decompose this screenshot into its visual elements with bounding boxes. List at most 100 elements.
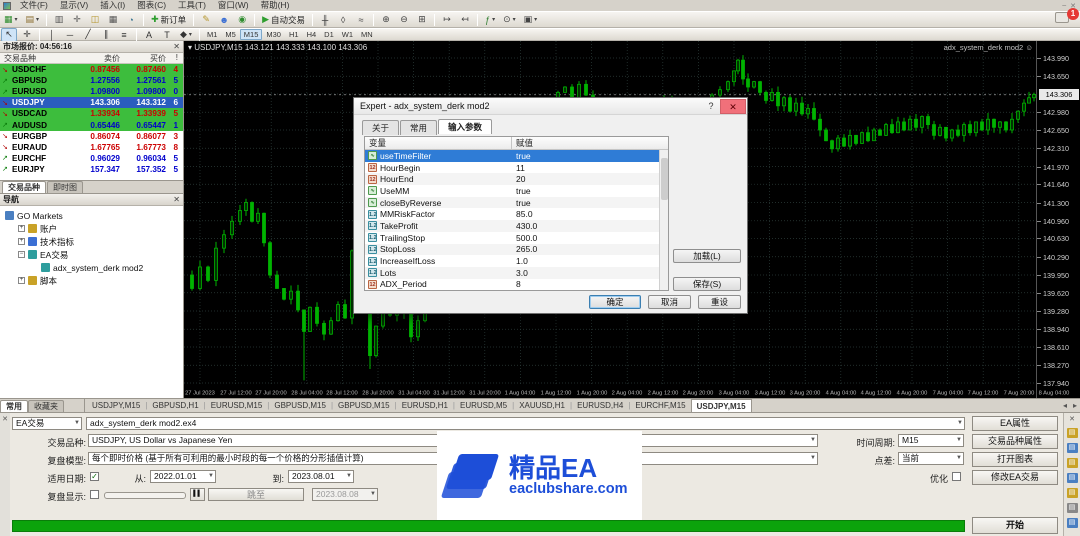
timeframe-h1[interactable]: H1 (285, 29, 303, 40)
strategy-tester-toggle[interactable]: ◔ (123, 13, 139, 27)
chart-tab[interactable]: EURCHF,M15 (630, 399, 690, 412)
column-value[interactable]: 赋值 (512, 137, 668, 149)
parameter-row[interactable]: 1.2 TakeProfit 430.0 (365, 220, 668, 232)
start-button[interactable]: 开始 (972, 517, 1058, 534)
parameter-value[interactable]: 3.0 (512, 268, 668, 278)
menu-item[interactable]: 显示(V) (54, 0, 94, 11)
load-button[interactable]: 加载(L) (673, 249, 741, 263)
market-watch-row[interactable]: ↘ EURAUD 1.67765 1.67773 8 (0, 141, 183, 153)
vertical-line-tool[interactable]: │ (44, 28, 60, 42)
open-chart-button[interactable]: 打开图表 (972, 452, 1058, 467)
tree-expander[interactable]: − (18, 251, 25, 258)
text-tool[interactable]: A (141, 28, 157, 42)
tab-scroll-right-icon[interactable]: ▸ (1070, 401, 1080, 410)
use-date-checkbox[interactable]: ✓ (90, 472, 99, 481)
dock-icon[interactable]: ▤ (1066, 458, 1078, 468)
cursor-tool[interactable]: ↖ (1, 27, 17, 42)
dock-icon[interactable]: ▤ (1066, 488, 1078, 498)
dock-icon[interactable]: ▤ (1066, 503, 1078, 513)
tester-type-select[interactable]: EA交易 ▼ (12, 417, 82, 430)
parameter-row[interactable]: ∿ closeByReverse true (365, 196, 668, 209)
close-icon[interactable]: ✕ (1064, 415, 1080, 423)
navigator-node[interactable]: + 账户 (3, 222, 183, 235)
chart-tab[interactable]: GBPUSD,M15 (269, 399, 331, 412)
timeframe-m5[interactable]: M5 (221, 29, 239, 40)
market-watch-row[interactable]: ↘ USDCAD 1.33934 1.33939 5 (0, 108, 183, 120)
period-select[interactable]: M15 ▼ (898, 434, 964, 447)
website-button[interactable]: ◉ (234, 13, 250, 27)
ok-button[interactable]: 确定 (589, 295, 641, 309)
parameter-row[interactable]: 1.2 IncreaseIfLoss 1.0 (365, 255, 668, 267)
help-button[interactable]: ? (702, 99, 720, 114)
parameter-value[interactable]: 85.0 (512, 209, 668, 219)
market-watch-row[interactable]: ↗ EURUSD 1.09800 1.09800 0 (0, 86, 183, 98)
tile-windows-button[interactable]: ⊞ (414, 13, 430, 27)
column-ask[interactable]: 买价 (120, 53, 166, 63)
ea-properties-button[interactable]: EA属性 (972, 416, 1058, 431)
cancel-button[interactable]: 取消 (648, 295, 691, 309)
zoom-in-button[interactable]: ⊕ (378, 13, 394, 27)
menu-item[interactable]: 帮助(H) (255, 0, 296, 11)
parameter-value[interactable]: true (512, 151, 668, 161)
navigator-tab[interactable]: 常用 (0, 399, 28, 412)
column-bid[interactable]: 卖价 (72, 53, 120, 63)
date-to-field[interactable]: 2023.08.01 ▼ (288, 470, 354, 483)
terminal-toggle[interactable]: ▦ (105, 13, 121, 27)
dock-icon[interactable]: ▤ (1066, 443, 1078, 453)
timeframe-m30[interactable]: M30 (262, 29, 285, 40)
navigator-node[interactable]: + 技术指标 (3, 235, 183, 248)
chart-collapse-icon[interactable]: ▾ (188, 43, 192, 52)
navigator-tab[interactable]: 收藏夹 (28, 399, 64, 412)
chart-tab[interactable]: USDJPY,M15 (87, 399, 145, 412)
parameter-value[interactable]: true (512, 198, 668, 208)
parameter-row[interactable]: 1.2 MMRiskFactor 85.0 (365, 208, 668, 220)
indicators-button[interactable]: ƒ ▾ (482, 13, 498, 27)
parameter-row[interactable]: 1.2 Lots 3.0 (365, 266, 668, 279)
optimize-checkbox[interactable] (952, 472, 961, 481)
market-watch-row[interactable]: ↗ EURCHF 0.96029 0.96034 5 (0, 152, 183, 164)
profiles-button[interactable]: ▤ ▾ (23, 13, 43, 27)
chart-tab[interactable]: EURUSD,M5 (455, 399, 512, 412)
new-chart-button[interactable]: ▦ ▾ (1, 13, 21, 27)
modify-ea-button[interactable]: 修改EA交易 (972, 470, 1058, 485)
reset-button[interactable]: 重设 (698, 295, 741, 309)
close-icon[interactable]: ✕ (173, 195, 180, 204)
parameter-value[interactable]: 500.0 (512, 233, 668, 243)
parameter-row[interactable]: ∿ useTimeFilter true (365, 150, 668, 162)
tab-scroll-left-icon[interactable]: ◂ (1060, 401, 1070, 410)
crosshair-tool[interactable]: ✛ (19, 28, 35, 42)
zoom-out-button[interactable]: ⊖ (396, 13, 412, 27)
market-watch-tab[interactable]: 交易品种 (2, 181, 46, 193)
chart-shift-button[interactable]: ↤ (457, 13, 473, 27)
chart-tab[interactable]: XAUUSD,H1 (514, 399, 570, 412)
chart-tab[interactable]: GBPUSD,M15 (333, 399, 395, 412)
market-watch-row[interactable]: ↗ AUDUSD 0.65446 0.65447 1 (0, 119, 183, 131)
navigator-toggle[interactable]: ◫ (87, 13, 103, 27)
trendline-tool[interactable]: ╱ (80, 28, 96, 42)
dialog-tab[interactable]: 输入参数 (438, 119, 493, 134)
column-symbol[interactable]: 交易品种 (0, 53, 72, 63)
market-watch-row[interactable]: ↘ USDCHF 0.87456 0.87460 4 (0, 64, 183, 76)
text-label-tool[interactable]: T (159, 28, 175, 42)
dialog-titlebar[interactable]: Expert - adx_system_derk mod2 ? ✕ (354, 98, 747, 115)
dialog-tab[interactable]: 关于 (362, 120, 400, 135)
jump-button[interactable]: 跳至 (208, 488, 304, 501)
dock-icon[interactable]: ▤ (1066, 473, 1078, 483)
close-icon[interactable]: ✕ (173, 42, 180, 51)
parameter-row[interactable]: 12 ADX_Period 8 (365, 279, 668, 290)
navigator-node[interactable]: adx_system_derk mod2 (3, 261, 183, 274)
parameter-row[interactable]: ∿ UseMM true (365, 185, 668, 197)
autotrading-button[interactable]: ▶ 自动交易 (259, 13, 308, 27)
navigator-node[interactable]: − EA交易 (3, 248, 183, 261)
parameter-value[interactable]: 430.0 (512, 221, 668, 231)
close-icon[interactable]: ✕ (0, 415, 10, 423)
dock-icon[interactable]: ▤ (1066, 518, 1078, 528)
tester-ea-select[interactable]: adx_system_derk mod2.ex4 ▼ (86, 417, 965, 430)
chart-bars-button[interactable]: ╫ (317, 13, 333, 27)
timeframe-m1[interactable]: M1 (203, 29, 221, 40)
market-watch-row[interactable]: ↘ USDJPY 143.306 143.312 6 (0, 97, 183, 109)
chart-tab[interactable]: EURUSD,H1 (397, 399, 453, 412)
chart-tab[interactable]: USDJPY,M15 (690, 399, 752, 412)
dock-icon[interactable]: ▤ (1066, 428, 1078, 438)
menu-item[interactable]: 工具(T) (172, 0, 212, 11)
